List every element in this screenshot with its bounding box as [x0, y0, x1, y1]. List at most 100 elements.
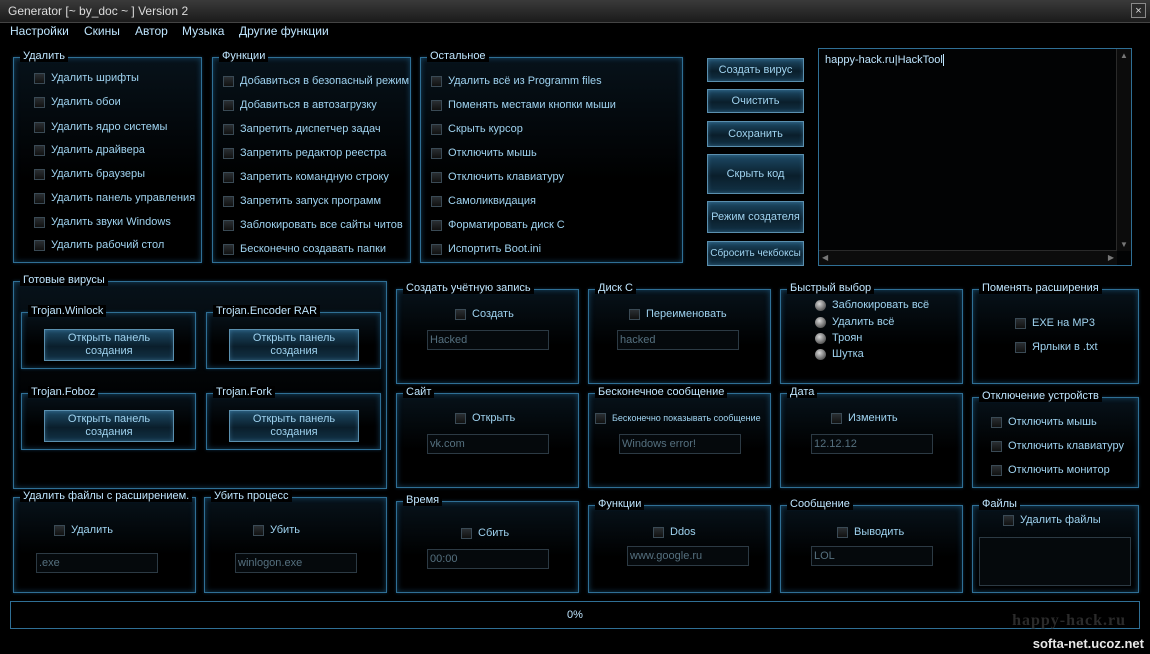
checkbox[interactable]: [831, 412, 842, 424]
checkbox[interactable]: [431, 123, 442, 135]
process-input[interactable]: winlogon.exe: [235, 553, 357, 573]
checkbox[interactable]: [54, 524, 65, 536]
code-editor[interactable]: happy-hack.ru|HackTool ▲ ▼ ◀ ▶: [818, 48, 1132, 266]
function-item[interactable]: Добавиться в безопасный режим: [223, 75, 409, 91]
delete-item[interactable]: Удалить драйвера: [34, 144, 145, 160]
function-item[interactable]: Добавиться в автозагрузку: [223, 99, 377, 115]
function-item[interactable]: Заблокировать все сайты читов: [223, 219, 403, 235]
function-item[interactable]: Запретить диспетчер задач: [223, 123, 381, 139]
radio[interactable]: [815, 299, 826, 311]
vertical-scrollbar[interactable]: ▲ ▼: [1116, 49, 1131, 251]
account-name-input[interactable]: Hacked: [427, 330, 549, 350]
checkbox[interactable]: [223, 147, 234, 159]
other-item[interactable]: Самоликвидация: [431, 195, 536, 211]
checkbox[interactable]: [223, 123, 234, 135]
open-panel-button[interactable]: Открыть панель создания: [229, 329, 359, 361]
menu-other-functions[interactable]: Другие функции: [239, 24, 329, 38]
site-url-input[interactable]: vk.com: [427, 434, 549, 454]
scroll-up-icon[interactable]: ▲: [1120, 51, 1128, 60]
close-button[interactable]: ×: [1131, 3, 1146, 18]
quick-option[interactable]: Заблокировать всё: [815, 299, 929, 314]
site-open-check[interactable]: Открыть: [455, 412, 515, 428]
time-reset-check[interactable]: Сбить: [461, 527, 509, 543]
ddos-url-input[interactable]: www.google.ru: [627, 546, 749, 566]
device-mouse-check[interactable]: Отключить мышь: [991, 416, 1097, 432]
checkbox[interactable]: [653, 526, 664, 538]
message-input[interactable]: LOL: [811, 546, 933, 566]
checkbox[interactable]: [431, 75, 442, 87]
create-virus-button[interactable]: Создать вирус: [707, 58, 804, 82]
checkbox[interactable]: [431, 195, 442, 207]
ext-mp3-check[interactable]: EXE на MP3: [1015, 317, 1095, 333]
checkbox[interactable]: [34, 96, 45, 108]
checkbox[interactable]: [455, 412, 466, 424]
checkbox[interactable]: [1015, 317, 1026, 329]
menu-music[interactable]: Музыка: [182, 24, 224, 38]
extension-input[interactable]: .exe: [36, 553, 158, 573]
checkbox[interactable]: [253, 524, 264, 536]
checkbox[interactable]: [223, 99, 234, 111]
function-item[interactable]: Бесконечно создавать папки: [223, 243, 386, 259]
checkbox[interactable]: [991, 440, 1002, 452]
checkbox[interactable]: [223, 219, 234, 231]
checkbox[interactable]: [34, 121, 45, 133]
other-item[interactable]: Отключить мышь: [431, 147, 537, 163]
checkbox[interactable]: [223, 75, 234, 87]
scroll-down-icon[interactable]: ▼: [1120, 240, 1128, 249]
checkbox[interactable]: [223, 243, 234, 255]
account-create-check[interactable]: Создать: [455, 308, 514, 324]
horizontal-scrollbar[interactable]: ◀ ▶: [819, 250, 1117, 265]
open-panel-button[interactable]: Открыть панель создания: [44, 410, 174, 442]
checkbox[interactable]: [34, 168, 45, 180]
checkbox[interactable]: [34, 144, 45, 156]
checkbox[interactable]: [595, 412, 606, 424]
save-button[interactable]: Сохранить: [707, 121, 804, 147]
delete-item[interactable]: Удалить шрифты: [34, 72, 139, 88]
other-item[interactable]: Отключить клавиатуру: [431, 171, 564, 187]
function-item[interactable]: Запретить запуск программ: [223, 195, 381, 211]
clear-button[interactable]: Очистить: [707, 89, 804, 113]
checkbox[interactable]: [431, 171, 442, 183]
delete-item[interactable]: Удалить ядро системы: [34, 121, 167, 137]
function-item[interactable]: Запретить редактор реестра: [223, 147, 386, 163]
radio[interactable]: [815, 348, 826, 360]
checkbox[interactable]: [34, 239, 45, 251]
quick-option[interactable]: Шутка: [815, 348, 864, 363]
checkbox[interactable]: [837, 526, 848, 538]
date-change-check[interactable]: Изменить: [831, 412, 898, 428]
checkbox[interactable]: [461, 527, 472, 539]
date-input[interactable]: 12.12.12: [811, 434, 933, 454]
checkbox[interactable]: [34, 72, 45, 84]
del-ext-check[interactable]: Удалить: [54, 524, 113, 540]
checkbox[interactable]: [431, 99, 442, 111]
delete-item[interactable]: Удалить браузеры: [34, 168, 145, 184]
kill-check[interactable]: Убить: [253, 524, 300, 540]
other-item[interactable]: Испортить Boot.ini: [431, 243, 541, 259]
checkbox[interactable]: [431, 219, 442, 231]
checkbox[interactable]: [1015, 341, 1026, 353]
delete-item[interactable]: Удалить обои: [34, 96, 121, 112]
quick-option[interactable]: Троян: [815, 332, 862, 347]
scroll-right-icon[interactable]: ▶: [1108, 253, 1114, 262]
checkbox[interactable]: [34, 216, 45, 228]
disk-name-input[interactable]: hacked: [617, 330, 739, 350]
open-panel-button[interactable]: Открыть панель создания: [44, 329, 174, 361]
hide-code-button[interactable]: Скрыть код: [707, 154, 804, 194]
other-item[interactable]: Форматировать диск C: [431, 219, 565, 235]
checkbox[interactable]: [991, 464, 1002, 476]
delete-item[interactable]: Удалить рабочий стол: [34, 239, 164, 255]
checkbox[interactable]: [431, 243, 442, 255]
delete-item[interactable]: Удалить звуки Windows: [34, 216, 171, 232]
checkbox[interactable]: [223, 171, 234, 183]
ext-txt-check[interactable]: Ярлыки в .txt: [1015, 341, 1098, 357]
quick-option[interactable]: Удалить всё: [815, 316, 894, 331]
device-keyboard-check[interactable]: Отключить клавиатуру: [991, 440, 1124, 456]
menu-skins[interactable]: Скины: [84, 24, 120, 38]
delete-files-check[interactable]: Удалить файлы: [1003, 514, 1101, 530]
checkbox[interactable]: [629, 308, 640, 320]
message-show-check[interactable]: Выводить: [837, 526, 904, 542]
other-item[interactable]: Удалить всё из Programm files: [431, 75, 602, 91]
checkbox[interactable]: [223, 195, 234, 207]
radio[interactable]: [815, 332, 826, 344]
checkbox[interactable]: [991, 416, 1002, 428]
